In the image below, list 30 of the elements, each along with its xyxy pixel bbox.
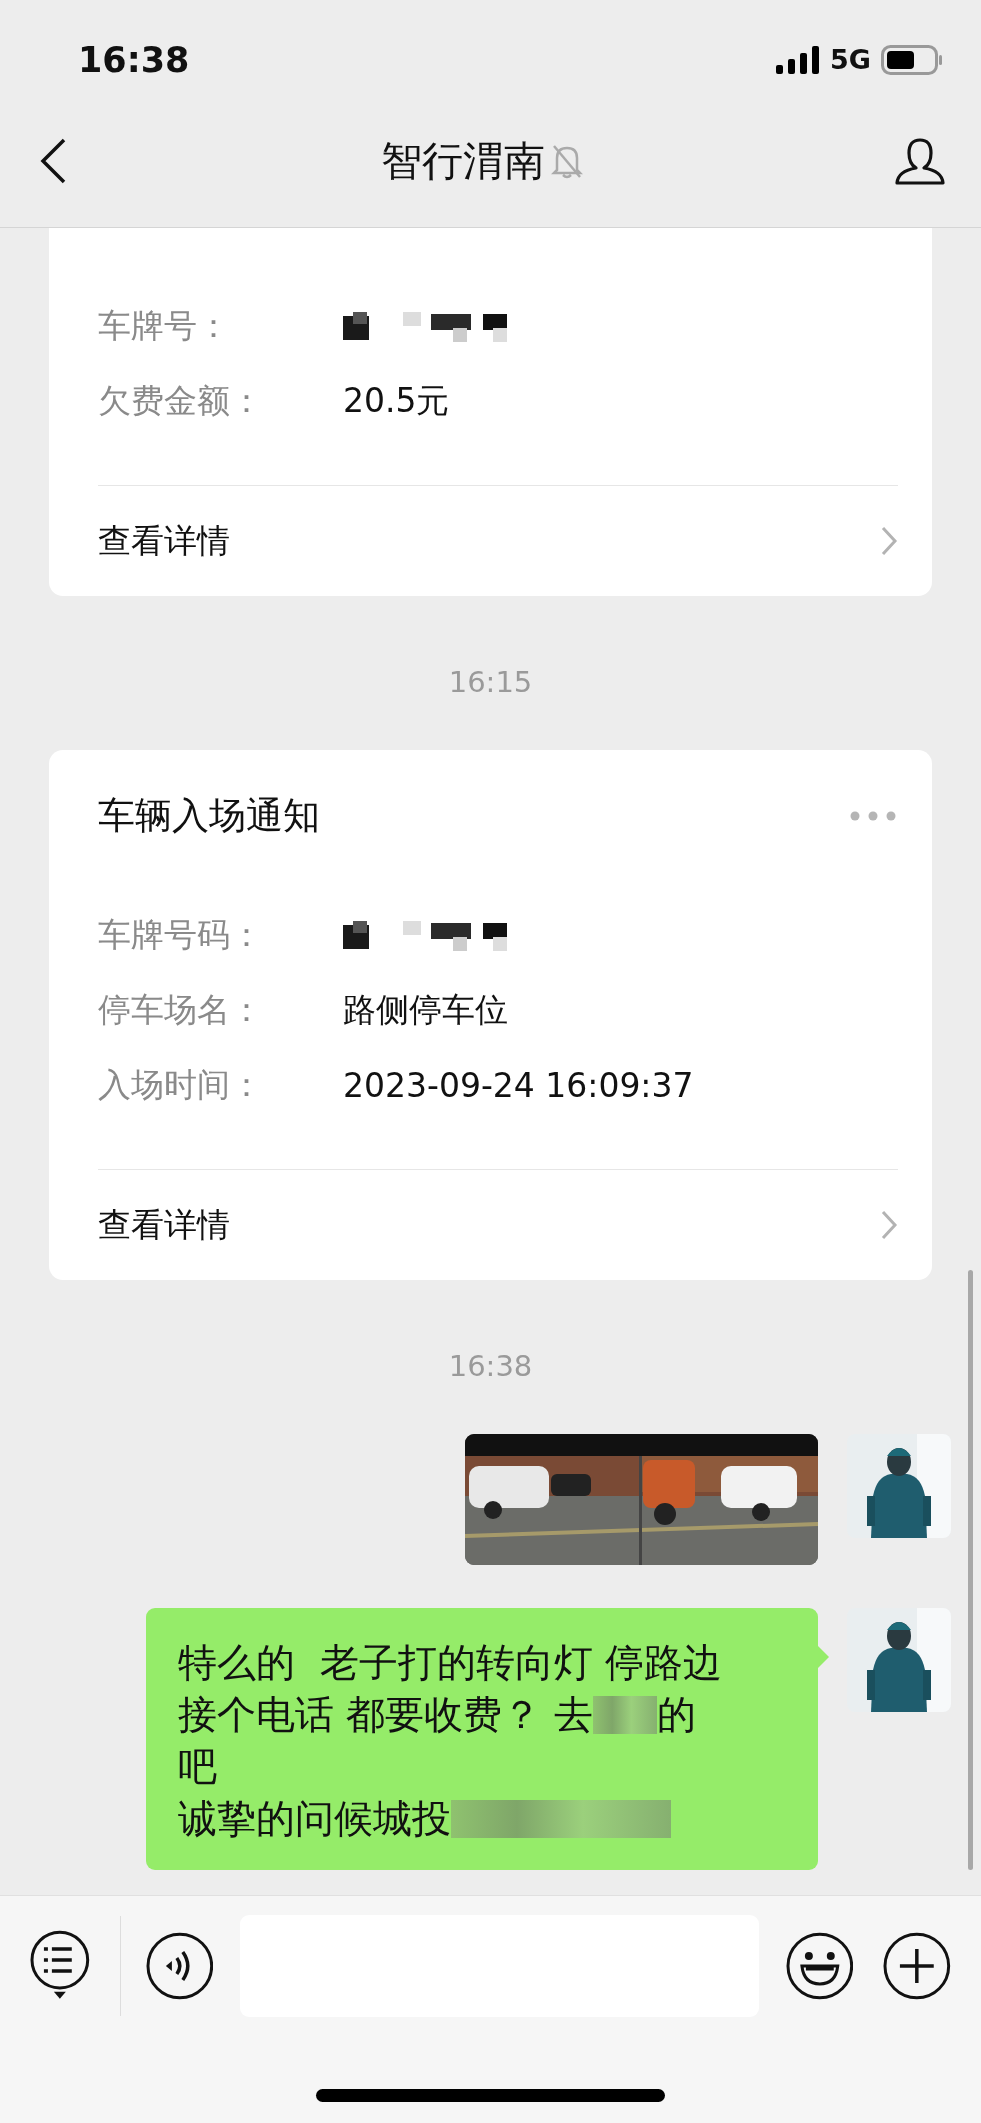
message-time: 16:38 [448,1349,533,1383]
message-text: 接个电话 都要收费？ 去 [178,1691,593,1739]
battery-icon [881,44,943,75]
chevron-icon [880,1209,898,1241]
network-label: 5G [830,44,871,75]
back-icon[interactable] [38,137,68,185]
message-text: 特么的 老子打的转向灯 停路边 [178,1639,723,1687]
details-link[interactable]: 查看详情 [98,1169,898,1280]
signal-icon [776,45,821,74]
field-value: 20.5元 [343,380,450,422]
field-value: 路侧停车位 [343,989,508,1031]
clock-time: 16:38 [78,38,191,80]
message-time: 16:15 [448,665,533,699]
profile-icon[interactable] [895,137,945,185]
field-value: 2023-09-24 16:09:37 [343,1066,694,1105]
voice-icon[interactable] [145,1932,214,2000]
field-label: 入场时间： [98,1064,264,1106]
chat-title: 智行渭南 [380,135,545,187]
chevron-icon [880,525,898,557]
message-text: 吧 [178,1743,217,1791]
card-title: 车辆入场通知 [98,793,320,839]
message-text: 的 [656,1691,696,1739]
field-label: 车牌号码： [98,914,264,956]
emoji-icon[interactable] [785,1932,854,2000]
message-text: 诚挚的问候城投 [178,1795,451,1843]
add-icon[interactable] [883,1932,951,2000]
field-label: 欠费金额： [98,380,264,422]
field-label: 停车场名： [98,989,264,1031]
details-link[interactable]: 查看详情 [98,485,898,596]
field-label: 车牌号： [98,305,231,347]
